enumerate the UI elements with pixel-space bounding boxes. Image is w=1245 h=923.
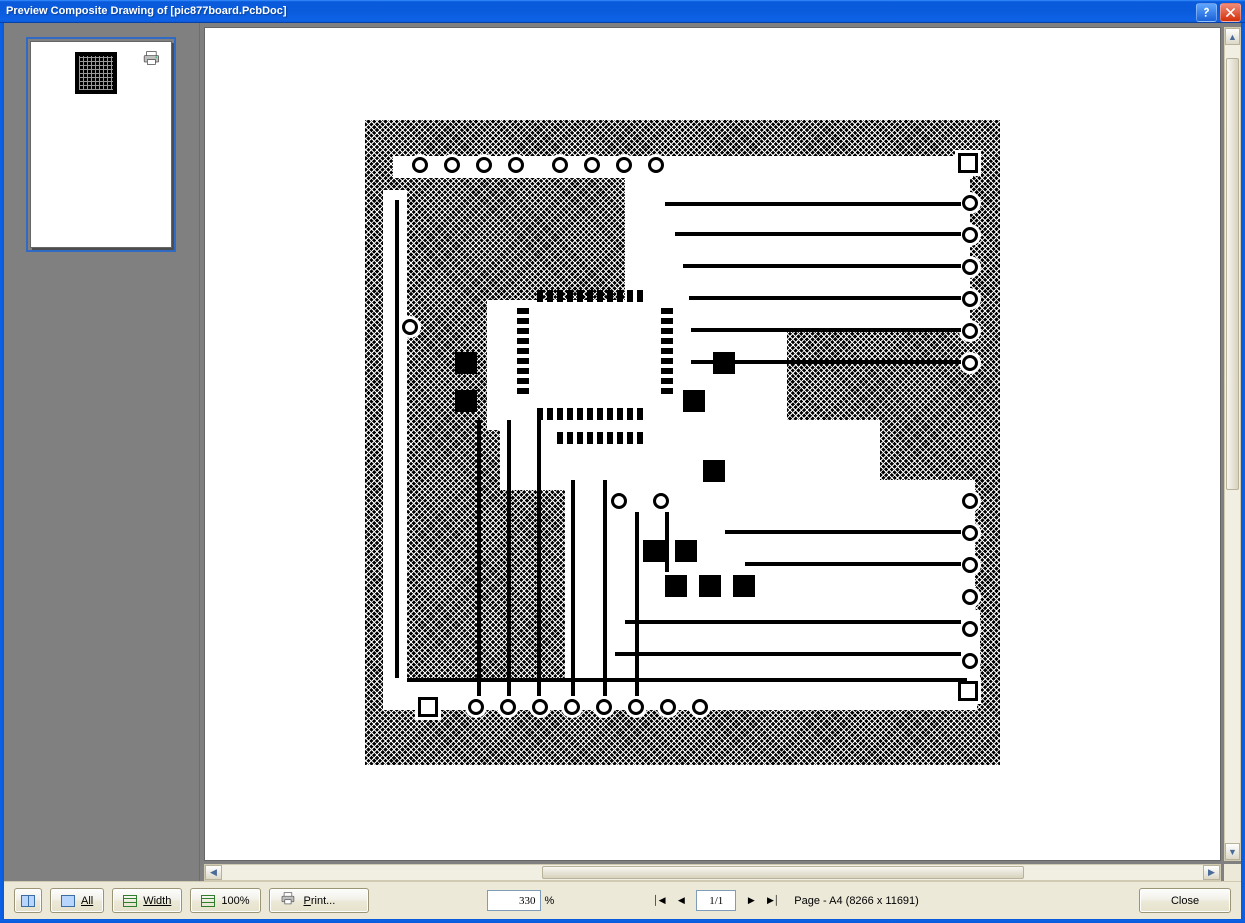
panel-toggle-button[interactable]: [14, 888, 42, 913]
ic-footprint: [530, 300, 660, 410]
zoom-input[interactable]: [487, 890, 541, 911]
ic-pins-bottom: [537, 408, 643, 420]
fit-all-label: All: [81, 895, 93, 907]
help-button[interactable]: [1196, 3, 1217, 22]
next-page-button[interactable]: ▶: [744, 894, 758, 908]
ic-pins-left: [517, 308, 529, 394]
zoom-100-button[interactable]: 100%: [190, 888, 260, 913]
ic2-pins-top: [557, 432, 643, 444]
thumbnail-pcb-icon: [75, 52, 117, 94]
hscroll-track[interactable]: [222, 865, 1203, 880]
page-number-input[interactable]: [696, 890, 736, 911]
scroll-down-button[interactable]: ▼: [1225, 843, 1240, 860]
page-size-label: Page - A4 (8266 x 11691): [794, 895, 919, 907]
scroll-corner: [1224, 864, 1241, 881]
window-controls: [1196, 1, 1245, 22]
hscroll-thumb[interactable]: [542, 866, 1024, 879]
thumbnail-pane: [4, 23, 200, 881]
preview-pane: ▲ ▼ ◀ ▶: [200, 23, 1241, 881]
fit-all-button[interactable]: All: [50, 888, 104, 913]
thumbnail-print-icon[interactable]: [143, 50, 163, 66]
print-preview-window: Preview Composite Drawing of [pic877boar…: [0, 0, 1245, 923]
fit-width-button[interactable]: Width: [112, 888, 182, 913]
zoom-unit-label: %: [545, 895, 555, 907]
first-page-button[interactable]: │◀: [652, 894, 666, 908]
window-title: Preview Composite Drawing of [pic877boar…: [6, 5, 287, 17]
zoom-controls: %: [487, 890, 555, 911]
zoom-100-label: 100%: [221, 895, 249, 907]
thumbnail-page-1[interactable]: [30, 41, 172, 248]
page-navigation: │◀ ◀ ▶ ▶│ Page - A4 (8266 x 11691): [652, 890, 919, 911]
hundred-icon: [201, 895, 215, 907]
close-window-button[interactable]: [1220, 3, 1241, 22]
preview-canvas[interactable]: [204, 27, 1221, 861]
horizontal-scrollbar[interactable]: ◀ ▶: [204, 864, 1221, 881]
width-icon: [123, 895, 137, 907]
ic2-footprint: [550, 440, 660, 476]
print-label-rest: rint...: [311, 895, 335, 907]
printer-icon: [280, 892, 298, 909]
scroll-up-button[interactable]: ▲: [1225, 28, 1240, 45]
scroll-right-button[interactable]: ▶: [1203, 865, 1220, 880]
titlebar: Preview Composite Drawing of [pic877boar…: [0, 0, 1245, 23]
ic-pins-right: [661, 308, 673, 394]
client-area: ▲ ▼ ◀ ▶ All: [3, 23, 1242, 920]
print-button[interactable]: Print...: [269, 888, 369, 913]
close-button-label: Close: [1171, 895, 1199, 907]
close-button[interactable]: Close: [1139, 888, 1231, 913]
vertical-scrollbar[interactable]: ▲ ▼: [1224, 27, 1241, 861]
workarea: ▲ ▼ ◀ ▶: [4, 23, 1241, 881]
vscroll-thumb[interactable]: [1226, 58, 1239, 490]
last-page-button[interactable]: ▶│: [766, 894, 780, 908]
pcb-drawing: [365, 120, 1000, 765]
scroll-left-button[interactable]: ◀: [205, 865, 222, 880]
ic-pins-top: [537, 290, 643, 302]
prev-page-button[interactable]: ◀: [674, 894, 688, 908]
bottom-toolbar: All Width 100% Print...: [4, 881, 1241, 919]
panel-split-icon: [21, 895, 35, 907]
page-icon: [61, 895, 75, 907]
fit-width-label: Width: [143, 895, 171, 907]
